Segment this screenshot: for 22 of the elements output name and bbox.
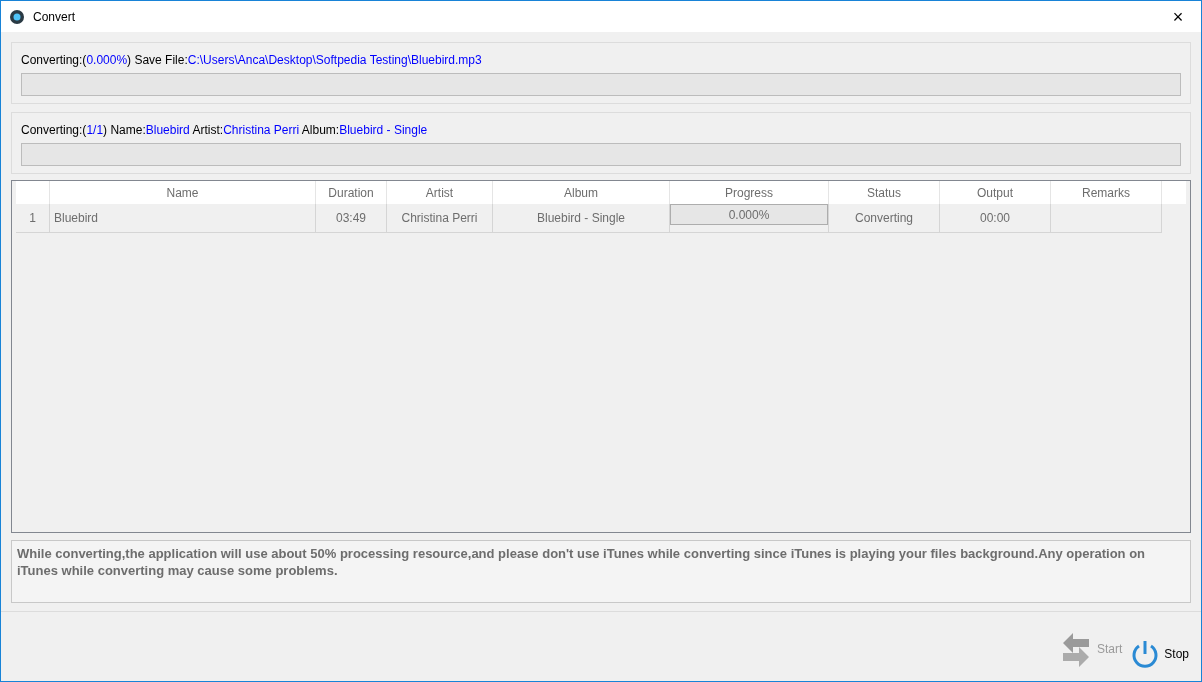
window-title: Convert [33, 8, 76, 26]
stop-button[interactable]: Stop [1130, 639, 1189, 669]
progress-text: 0.000% [728, 206, 770, 224]
status-text: Converting [829, 204, 940, 232]
app-icon [9, 8, 25, 25]
row-number: 1 [16, 204, 50, 232]
column-header[interactable]: Remarks [1051, 181, 1162, 204]
column-header[interactable]: Artist [387, 181, 493, 204]
column-header[interactable]: Output [940, 181, 1051, 204]
table-cell: Christina Perri [387, 204, 493, 232]
batch-status-text: Converting:(1/1) Name:Bluebird Artist:Christina Perri Album:Bluebird - Single [21, 122, 429, 139]
table-row[interactable]: 1 Bluebird 03:49 Christina Perri Bluebird - Single 0.000% Converting 00:00 [16, 204, 1162, 233]
notice-text: While converting,the application will use about 50% processing resource,and please don't use iTunes while converting since iTunes is playing your files background.Any operation on iTunes while converting may cause some problems. [11, 540, 1191, 603]
close-button[interactable]: × [1163, 7, 1193, 26]
table-cell: 00:00 [940, 204, 1051, 232]
column-header[interactable]: Name [50, 181, 316, 204]
column-header[interactable]: Album [493, 181, 670, 204]
table-cell: 03:49 [316, 204, 387, 232]
column-header[interactable]: Status [829, 181, 940, 204]
column-header[interactable]: Duration [316, 181, 387, 204]
table-cell: Bluebird [50, 204, 316, 232]
file-status-text: Converting:(0.000%) Save File:C:\Users\Anca\Desktop\Softpedia Testing\Bluebird.mp3 [21, 52, 483, 69]
